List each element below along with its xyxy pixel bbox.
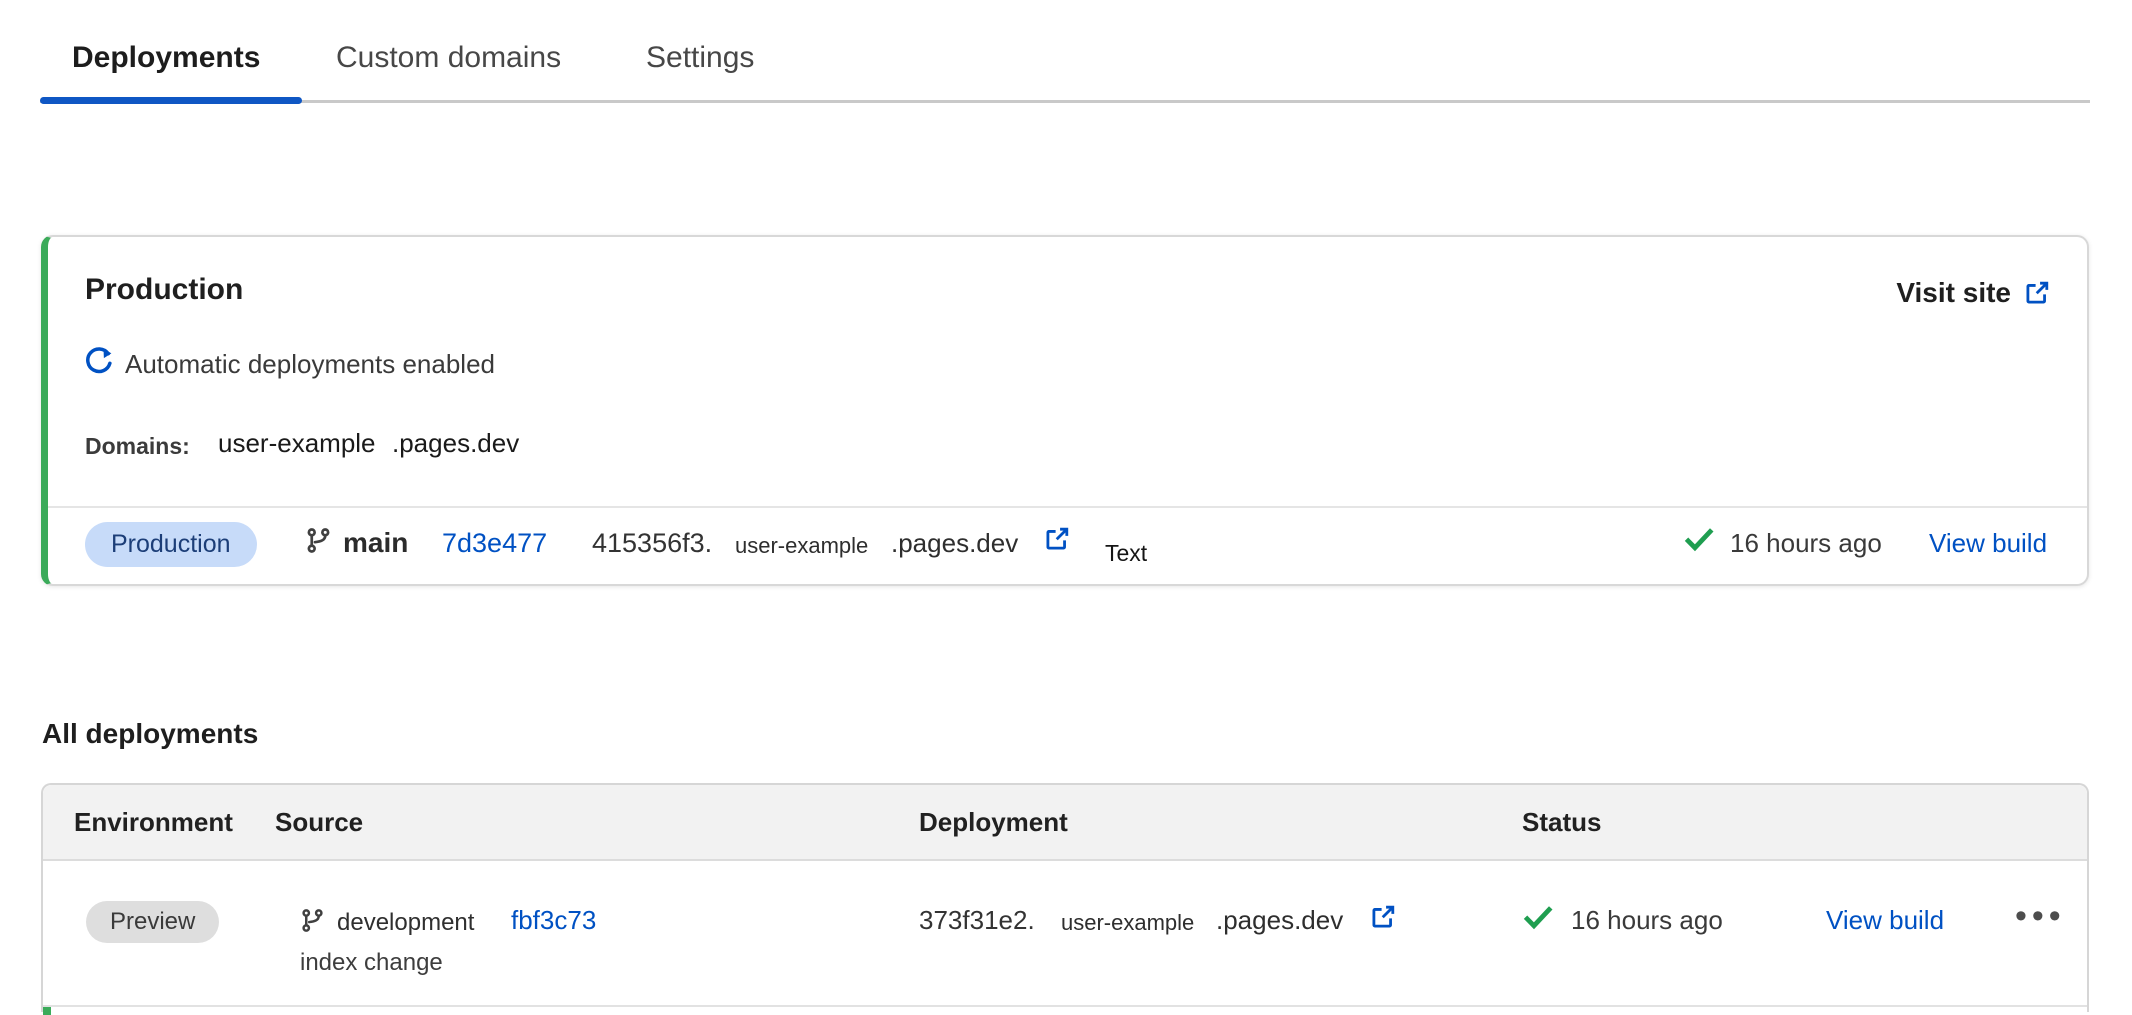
tab-settings[interactable]: Settings [646,38,754,78]
column-header-source: Source [275,807,363,838]
row-overflow-menu-button[interactable]: ••• [2015,897,2066,936]
environment-badge-production: Production [85,522,257,567]
production-card-title: Production [85,273,243,307]
deployment-url-suffix[interactable]: .pages.dev [1216,905,1343,936]
tab-custom-domains[interactable]: Custom domains [336,38,561,78]
refresh-icon [84,347,114,377]
tab-deployments[interactable]: Deployments [72,38,260,78]
commit-hash-link[interactable]: fbf3c73 [511,905,596,936]
tab-divider [40,100,2090,103]
deployment-time: 16 hours ago [1730,528,1882,559]
card-divider [48,506,2087,508]
deployment-time: 16 hours ago [1571,905,1723,936]
visit-site-link[interactable]: Visit site [1896,277,2051,309]
deployment-url-prefix[interactable]: 373f31e2. [919,905,1035,936]
view-build-link[interactable]: View build [1929,528,2047,559]
deployment-url-name[interactable]: user-example [735,533,868,559]
visit-site-label: Visit site [1896,277,2011,309]
success-check-icon [1523,903,1553,933]
external-link-icon[interactable] [1043,525,1071,553]
git-branch-icon [300,908,325,933]
branch-name: development [337,909,474,937]
deployment-url-prefix[interactable]: 415356f3. [592,528,712,559]
success-check-icon [1684,525,1714,555]
deployment-url-name[interactable]: user-example [1061,910,1194,936]
domain-suffix: .pages.dev [392,428,519,459]
domains-label: Domains: [85,433,190,460]
column-header-status: Status [1522,807,1601,838]
production-card: Production Visit site Automatic deployme… [41,235,2089,586]
active-tab-indicator [40,97,302,104]
deployment-url-suffix[interactable]: .pages.dev [891,528,1018,559]
row-divider [43,1005,2087,1007]
branch-name: main [343,527,408,559]
next-row-green-indicator [43,1007,51,1015]
table-header-row: Environment Source Deployment Status [43,785,2087,861]
deployments-table: Environment Source Deployment Status Pre… [41,783,2089,1012]
column-header-deployment: Deployment [919,807,1068,838]
environment-badge-preview: Preview [86,901,219,943]
external-link-icon [2023,279,2051,307]
git-branch-icon [305,527,332,554]
domain-name: user-example [218,428,376,459]
all-deployments-heading: All deployments [42,718,258,750]
auto-deployments-status: Automatic deployments enabled [125,349,495,380]
external-link-icon[interactable] [1369,903,1397,931]
view-build-link[interactable]: View build [1826,905,1944,936]
column-header-environment: Environment [74,807,233,838]
note-text: Text [1105,540,1147,567]
commit-message: index change [300,949,443,977]
commit-hash-link[interactable]: 7d3e477 [442,528,547,559]
